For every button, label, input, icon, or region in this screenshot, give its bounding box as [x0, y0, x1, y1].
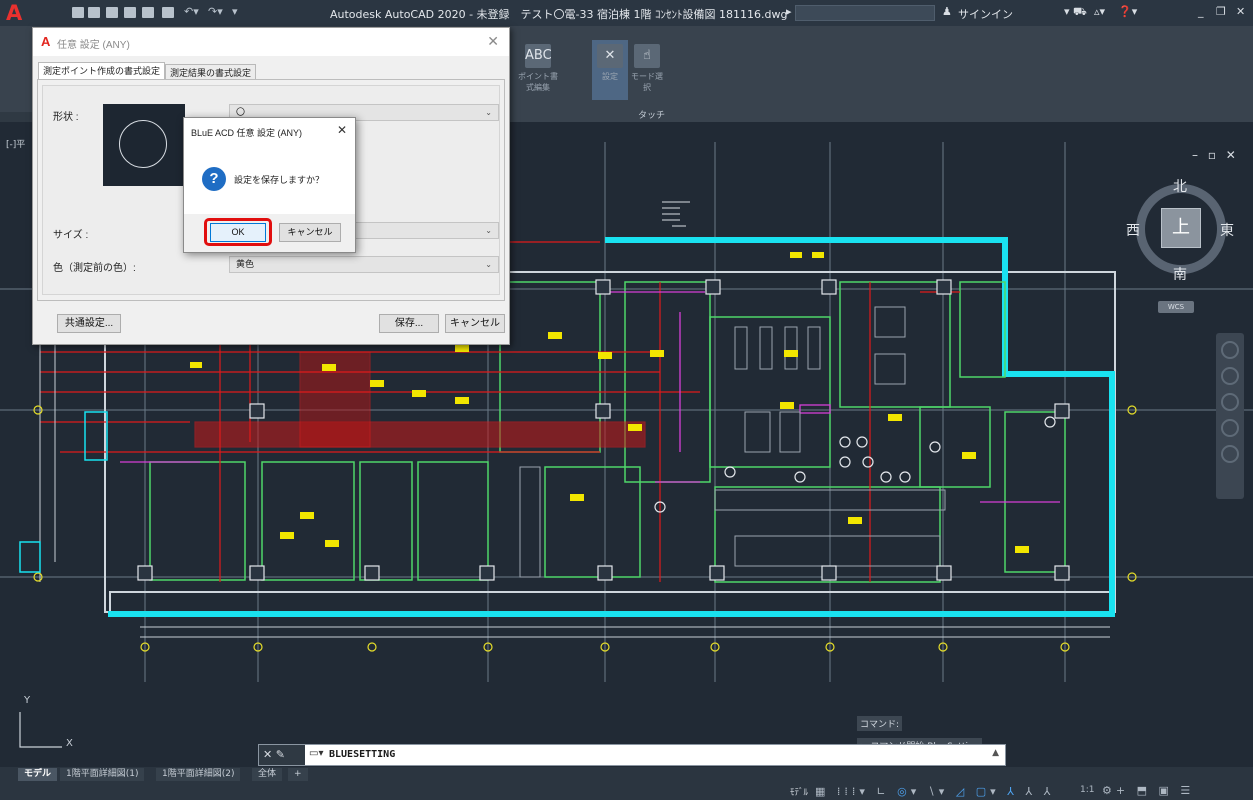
ucs-x-label: X	[66, 738, 73, 749]
color-select[interactable]: 黄色 ⌄	[229, 256, 499, 273]
ribbon-button-label: 設定	[602, 72, 618, 81]
command-history-line: コマンド:	[857, 716, 903, 731]
chevron-down-icon: ⌄	[485, 226, 492, 235]
user-icon[interactable]: ♟	[942, 5, 952, 18]
ribbon-settings-button[interactable]: ✕ 設定	[592, 40, 628, 100]
plot-preview-icon[interactable]	[162, 7, 174, 18]
help-icon[interactable]: ❓▾	[1118, 5, 1137, 18]
signin-link[interactable]: サインイン	[958, 6, 1013, 22]
ucs-y-label: Y	[24, 695, 31, 706]
a360-icon[interactable]: ▵▾	[1094, 5, 1105, 18]
viewport-controls[interactable]: – ▫ ✕	[1192, 148, 1239, 162]
stair-core	[19, 411, 108, 573]
command-input[interactable]: BLUESETTING	[329, 749, 395, 760]
ribbon-mode-select-button[interactable]: ☝ モード選択	[630, 40, 664, 100]
confirm-dialog-title: BLuE ACD 任意 設定 (ANY)	[191, 128, 303, 138]
color-select-value: 黄色	[236, 259, 255, 269]
minimize-icon[interactable]: _	[1198, 5, 1204, 18]
command-menu-icon[interactable]: ▭▾	[309, 748, 323, 759]
command-line[interactable]: ✕ ✎ ▭▾ BLUESETTING ▲	[258, 744, 1006, 766]
customize-qa-icon[interactable]: ▾	[232, 5, 238, 18]
store-icon[interactable]: ▾ ⛟	[1064, 5, 1087, 20]
shape-select-value: 〇	[236, 107, 246, 117]
size-label: サイズ :	[53, 230, 89, 241]
ribbon-panel-label: タッチ	[638, 111, 666, 121]
confirm-message: 設定を保存しますか？	[234, 175, 325, 185]
touch-hand-icon: ☝	[634, 44, 660, 68]
confirm-cancel-button[interactable]: キャンセル	[279, 223, 341, 242]
shape-label: 形状 :	[53, 112, 79, 123]
cancel-button[interactable]: キャンセル	[445, 314, 505, 333]
abc-check-icon: ABC	[525, 44, 552, 68]
search-arrow-icon[interactable]: ▸	[786, 5, 792, 18]
navigation-bar[interactable]	[1216, 333, 1244, 499]
new-file-icon[interactable]	[72, 7, 84, 18]
viewcube-top-face[interactable]: 上	[1161, 208, 1201, 248]
autocad-logo-icon[interactable]: A	[6, 2, 30, 24]
open-file-icon[interactable]	[88, 7, 100, 18]
orbit-icon[interactable]	[1221, 419, 1239, 437]
redo-icon[interactable]: ↷▾	[208, 5, 223, 18]
question-icon: ?	[202, 167, 226, 191]
autocad-logo-icon: A	[41, 34, 51, 49]
status-more-icons[interactable]: ⚙+ ⬒ ▣ ☰	[1102, 784, 1194, 797]
save-as-icon[interactable]	[124, 7, 136, 18]
add-layout-button[interactable]: +	[288, 768, 308, 781]
save-file-icon[interactable]	[106, 7, 118, 18]
close-icon[interactable]: ✕	[487, 33, 499, 50]
wcs-menu[interactable]: WCS	[1158, 301, 1194, 313]
color-label: 色（測定前の色）:	[53, 263, 136, 274]
compass-west[interactable]: 西	[1126, 220, 1140, 240]
ribbon-button-label: ポイント書式編集	[518, 72, 558, 92]
title-bar: A ↶▾ ↷▾ ▾ Autodesk AutoCAD 2020 - 未登録 テス…	[0, 0, 1253, 26]
command-line-controls[interactable]: ✕ ✎	[259, 745, 305, 765]
ucs-icon	[19, 712, 62, 748]
dialog-titlebar[interactable]: A 任意 設定 (ANY) ✕	[33, 28, 509, 56]
text-lines	[662, 201, 690, 227]
save-confirm-dialog: BLuE ACD 任意 設定 (ANY) ✕ ? 設定を保存しますか？ OK キ…	[183, 117, 356, 253]
model-space-toggle[interactable]: ﾓﾃﾞﾙ	[790, 785, 808, 798]
plot-icon[interactable]	[142, 7, 154, 18]
autocad-window: A ↶▾ ↷▾ ▾ Autodesk AutoCAD 2020 - 未登録 テス…	[0, 0, 1253, 800]
pan-icon[interactable]	[1221, 367, 1239, 385]
status-bar: ﾓﾃﾞﾙ ▦ ⁞⁞⁞▾ ∟ ◎▾ ∖▾ ◿ ▢▾ ⅄ ⅄ ⅄ 1:1 ⚙+ ⬒ …	[0, 782, 1253, 800]
ribbon-panel-touch: ABC ポイント書式編集 ✕ 設定 ☝ モード選択	[508, 30, 668, 120]
command-history-toggle-icon[interactable]: ▲	[992, 748, 999, 758]
undo-icon[interactable]: ↶▾	[184, 5, 199, 18]
viewport-label[interactable]: [-]平	[6, 137, 25, 150]
common-settings-button[interactable]: 共通設定...	[57, 314, 121, 333]
tab-layout-all[interactable]: 全体	[252, 768, 283, 781]
window-title: Autodesk AutoCAD 2020 - 未登録 テスト〇電-33 宿泊棟…	[330, 8, 788, 21]
steering-wheel-icon[interactable]	[1221, 341, 1239, 359]
close-icon[interactable]: ✕	[1236, 5, 1245, 18]
tab-point-format[interactable]: 測定ポイント作成の書式設定	[38, 62, 166, 80]
compass-south[interactable]: 南	[1173, 264, 1187, 284]
layout-tabs: モデル 1階平面詳細図(1) 1階平面詳細図(2) 全体 +	[0, 767, 1253, 782]
close-icon[interactable]: ✕	[337, 123, 347, 137]
tools-icon: ✕	[597, 44, 623, 68]
tab-model[interactable]: モデル	[18, 768, 58, 781]
chevron-down-icon: ⌄	[485, 108, 492, 117]
status-toggles[interactable]: ▦ ⁞⁞⁞▾ ∟ ◎▾ ∖▾ ◿ ▢▾ ⅄ ⅄ ⅄	[815, 785, 1054, 798]
ribbon-point-format-button[interactable]: ABC ポイント書式編集	[516, 40, 560, 100]
showmotion-icon[interactable]	[1221, 445, 1239, 463]
ok-button-highlight	[204, 218, 272, 246]
help-search-input[interactable]	[795, 5, 935, 21]
tab-layout-2[interactable]: 1階平面詳細図(2)	[156, 768, 241, 781]
compass-east[interactable]: 東	[1220, 220, 1234, 240]
compass-north[interactable]: 北	[1173, 176, 1187, 196]
viewcube[interactable]: 上 北 南 西 東 WCS	[1122, 170, 1240, 313]
circle-shape-icon	[119, 120, 167, 168]
restore-icon[interactable]: ❐	[1216, 5, 1226, 18]
chevron-down-icon: ⌄	[485, 260, 492, 269]
zoom-icon[interactable]	[1221, 393, 1239, 411]
ribbon-button-label: モード選択	[631, 72, 663, 92]
dialog-title: 任意 設定 (ANY)	[57, 40, 130, 51]
shape-preview	[103, 104, 185, 186]
tab-layout-1[interactable]: 1階平面詳細図(1)	[60, 768, 145, 781]
save-button[interactable]: 保存...	[379, 314, 439, 333]
annotation-scale[interactable]: 1:1	[1080, 785, 1094, 795]
